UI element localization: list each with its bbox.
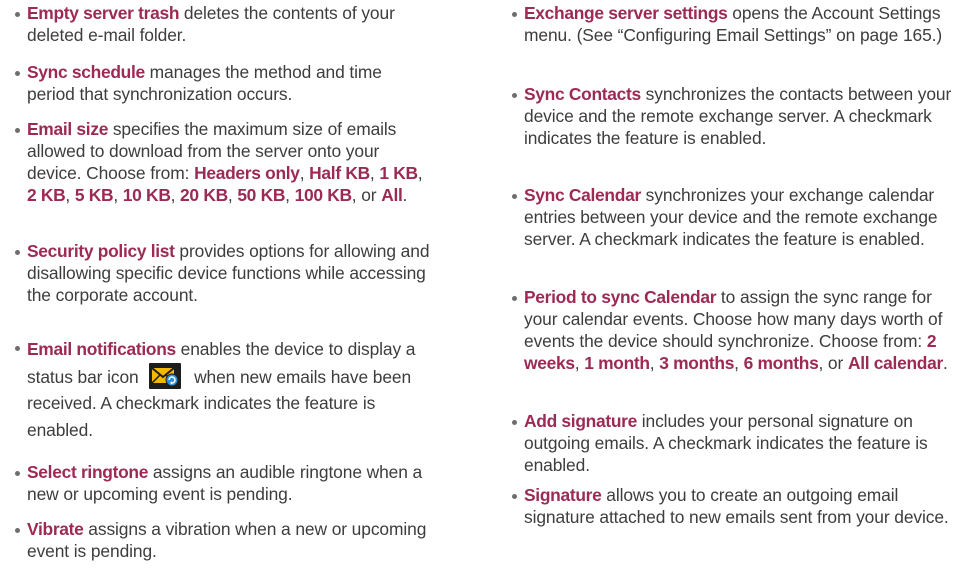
terminator: . [402, 185, 408, 205]
list-item-sync-schedule: Sync schedule manages the method and tim… [14, 61, 434, 105]
option-3-months: 3 months [659, 353, 735, 373]
separator: , or [818, 353, 848, 373]
term-empty-server-trash: Empty server trash [27, 3, 180, 23]
list-item-add-signature: Add signature includes your personal sig… [511, 410, 956, 476]
list-item-security-policy-list: Security policy list provides options fo… [14, 240, 434, 306]
list-item-sync-contacts: Sync Contacts synchronizes the contacts … [511, 83, 956, 149]
term-select-ringtone: Select ringtone [27, 462, 149, 482]
list-item-email-notifications: Email notifications enables the device t… [14, 336, 434, 443]
separator: , [65, 185, 75, 205]
list-item-empty-server-trash: Empty server trash deletes the contents … [14, 2, 434, 46]
term-vibrate: Vibrate [27, 519, 84, 539]
separator: , [170, 185, 181, 205]
option-10-kb: 10 KB [122, 185, 171, 205]
term-sync-contacts: Sync Contacts [524, 84, 641, 104]
option-all-calendar: All calendar [847, 353, 943, 373]
new-email-notification-icon [149, 362, 182, 389]
separator: , [299, 163, 310, 183]
description-vibrate: assigns a vibration when a new or upcomi… [27, 519, 427, 561]
term-add-signature: Add signature [524, 411, 638, 431]
list-item-email-size: Email size specifies the maximum size of… [14, 118, 434, 206]
term-period-to-sync-calendar: Period to sync Calendar [524, 287, 717, 307]
option-5-kb: 5 KB [74, 185, 114, 205]
option-1-month: 1 month [584, 353, 650, 373]
option-6-months: 6 months [743, 353, 819, 373]
option-50-kb: 50 KB [237, 185, 286, 205]
terminator: . [942, 353, 948, 373]
separator: , [113, 185, 123, 205]
option-100-kb: 100 KB [294, 185, 352, 205]
separator: , [227, 185, 238, 205]
separator: , [285, 185, 295, 205]
option-half-kb: Half KB [309, 163, 370, 183]
term-email-notifications: Email notifications [27, 339, 176, 359]
list-item-exchange-server-settings: Exchange server settings opens the Accou… [511, 2, 956, 46]
term-sync-schedule: Sync schedule [27, 62, 145, 82]
separator: , [734, 353, 744, 373]
option-1-kb: 1 KB [379, 163, 418, 183]
option-20-kb: 20 KB [180, 185, 228, 205]
list-item-signature: Signature allows you to create an outgoi… [511, 484, 956, 528]
separator: , [649, 353, 660, 373]
separator: , [574, 353, 585, 373]
option-headers-only: Headers only [194, 163, 300, 183]
separator: , or [351, 185, 382, 205]
option-2-kb: 2 KB [27, 185, 66, 205]
term-exchange-server-settings: Exchange server settings [524, 3, 728, 23]
term-signature: Signature [524, 485, 602, 505]
list-item-vibrate: Vibrate assigns a vibration when a new o… [14, 518, 434, 562]
separator: , [417, 163, 423, 183]
option-all: All [381, 185, 403, 205]
term-sync-calendar: Sync Calendar [524, 185, 641, 205]
separator: , [369, 163, 380, 183]
list-item-select-ringtone: Select ringtone assigns an audible ringt… [14, 461, 434, 505]
list-item-sync-calendar: Sync Calendar synchronizes your exchange… [511, 184, 956, 250]
term-email-size: Email size [27, 119, 109, 139]
term-security-policy-list: Security policy list [27, 241, 175, 261]
list-item-period-to-sync-calendar: Period to sync Calendar to assign the sy… [511, 286, 956, 374]
